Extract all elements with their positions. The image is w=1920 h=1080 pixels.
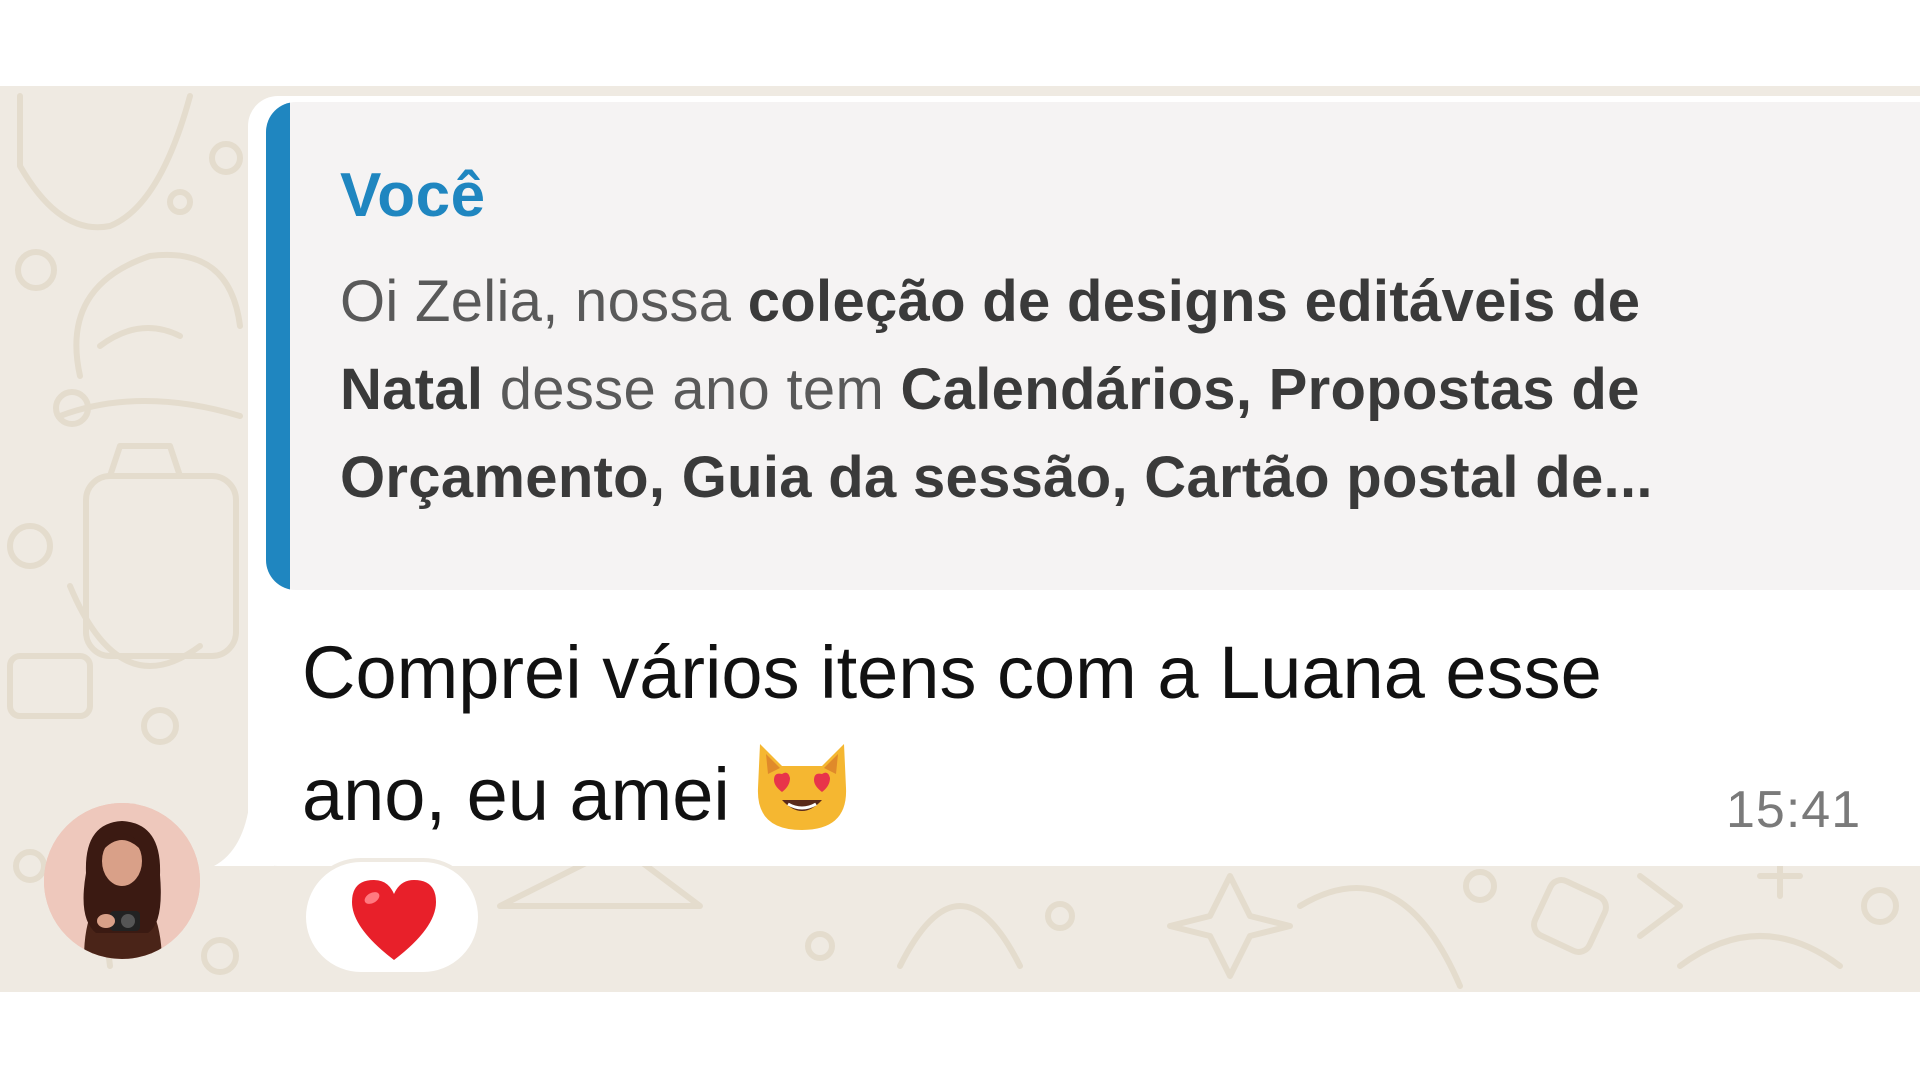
quoted-text-line-1: Oi Zelia, nossa coleção de designs editá… [340,268,1640,335]
quote-accent-bar [266,102,290,590]
message-text-line-1: Comprei vários itens com a Luana esse [302,631,1602,714]
message-timestamp: 15:41 [1726,781,1862,839]
quoted-text-bold: Orçamento, Guia da sessão, Cartão postal… [340,445,1653,510]
quoted-text-line-2: Natal desse ano tem Calendários, Propost… [340,356,1640,423]
contact-avatar[interactable] [44,803,200,959]
quoted-message[interactable]: Você Oi Zelia, nossa coleção de designs … [266,102,1920,590]
message-text-line-2: ano, eu amei [302,738,852,851]
quoted-text-bold: Natal [340,357,484,422]
reaction-badge[interactable] [302,858,482,976]
message-text: ano, eu amei [302,753,730,836]
quoted-text-normal: desse ano tem [483,357,901,422]
quoted-text-line-3: Orçamento, Guia da sessão, Cartão postal… [340,444,1653,511]
quoted-text-normal: Oi Zelia, nossa [340,269,748,334]
smiling-cat-heart-eyes-icon [752,738,852,851]
quoted-text-bold: Calendários, Propostas de [900,357,1640,422]
avatar-photo [44,803,200,959]
quoted-author: Você [340,161,486,230]
red-heart-icon [352,880,436,960]
quoted-text-bold: coleção de designs editáveis de [747,269,1641,334]
